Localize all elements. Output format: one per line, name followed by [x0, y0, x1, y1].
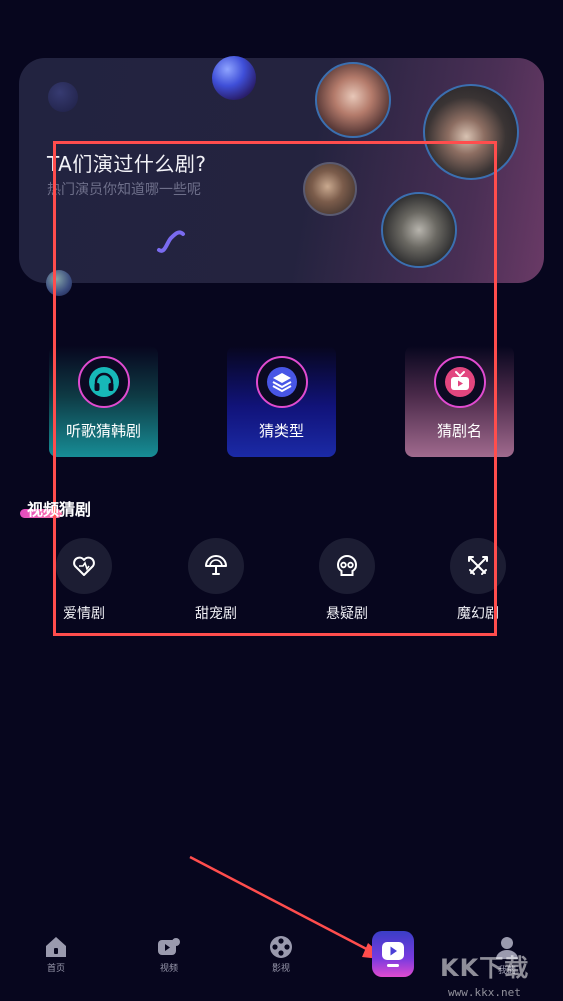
- fan-icon: [188, 538, 244, 594]
- video-camera-icon: [158, 938, 180, 955]
- card-label: 听歌猜韩剧: [65, 422, 141, 440]
- actor-photo: [381, 192, 457, 268]
- nav-home[interactable]: 首页: [26, 935, 86, 974]
- skull-icon: [319, 538, 375, 594]
- nav-play-active[interactable]: [372, 931, 414, 977]
- decor-orb: [48, 82, 78, 112]
- tv-icon: [433, 356, 486, 408]
- genre-mystery[interactable]: 悬疑剧: [312, 538, 382, 623]
- card-label: 猜剧名: [436, 422, 482, 440]
- nav-label: 视频: [159, 964, 178, 974]
- genre-label: 爱情剧: [63, 606, 105, 622]
- watermark-url: www.kkx.net: [448, 986, 521, 999]
- nav-video[interactable]: 视频: [139, 935, 199, 974]
- decor-orb: [212, 56, 256, 100]
- home-icon: [46, 937, 66, 957]
- actor-photo: [315, 62, 391, 138]
- card-guess-genre[interactable]: 猜类型: [227, 346, 336, 457]
- genre-label: 甜宠剧: [195, 606, 237, 622]
- genre-sweet[interactable]: 甜宠剧: [181, 538, 251, 623]
- nav-label: 影视: [271, 964, 290, 974]
- play-icon: [382, 942, 404, 960]
- genre-label: 悬疑剧: [326, 606, 368, 622]
- nav-label: 首页: [46, 964, 65, 974]
- layers-icon: [255, 356, 308, 408]
- genre-label: 魔幻剧: [457, 606, 499, 622]
- card-label: 猜类型: [258, 422, 304, 440]
- hero-subtitle: 热门演员你知道哪一些呢: [47, 182, 201, 198]
- heart-icon: [56, 538, 112, 594]
- genre-fantasy[interactable]: 魔幻剧: [443, 538, 513, 623]
- watermark-logo: KK下载: [440, 954, 530, 982]
- headphones-icon: [77, 356, 130, 408]
- film-reel-icon: [270, 936, 292, 958]
- actor-photo: [423, 84, 519, 180]
- active-indicator: [387, 964, 399, 967]
- hero-title: TA们演过什么剧?: [47, 152, 207, 176]
- actor-photo: [303, 162, 357, 216]
- swords-icon: [450, 538, 506, 594]
- card-guess-title[interactable]: 猜剧名: [405, 346, 514, 457]
- section-title: 视频猜剧: [27, 500, 92, 519]
- card-listen-guess-kdrama[interactable]: 听歌猜韩剧: [49, 346, 158, 457]
- decor-squiggle: [157, 230, 185, 253]
- nav-movies[interactable]: 影视: [251, 935, 311, 974]
- decor-orb: [46, 270, 72, 296]
- genre-romance[interactable]: 爱情剧: [49, 538, 119, 623]
